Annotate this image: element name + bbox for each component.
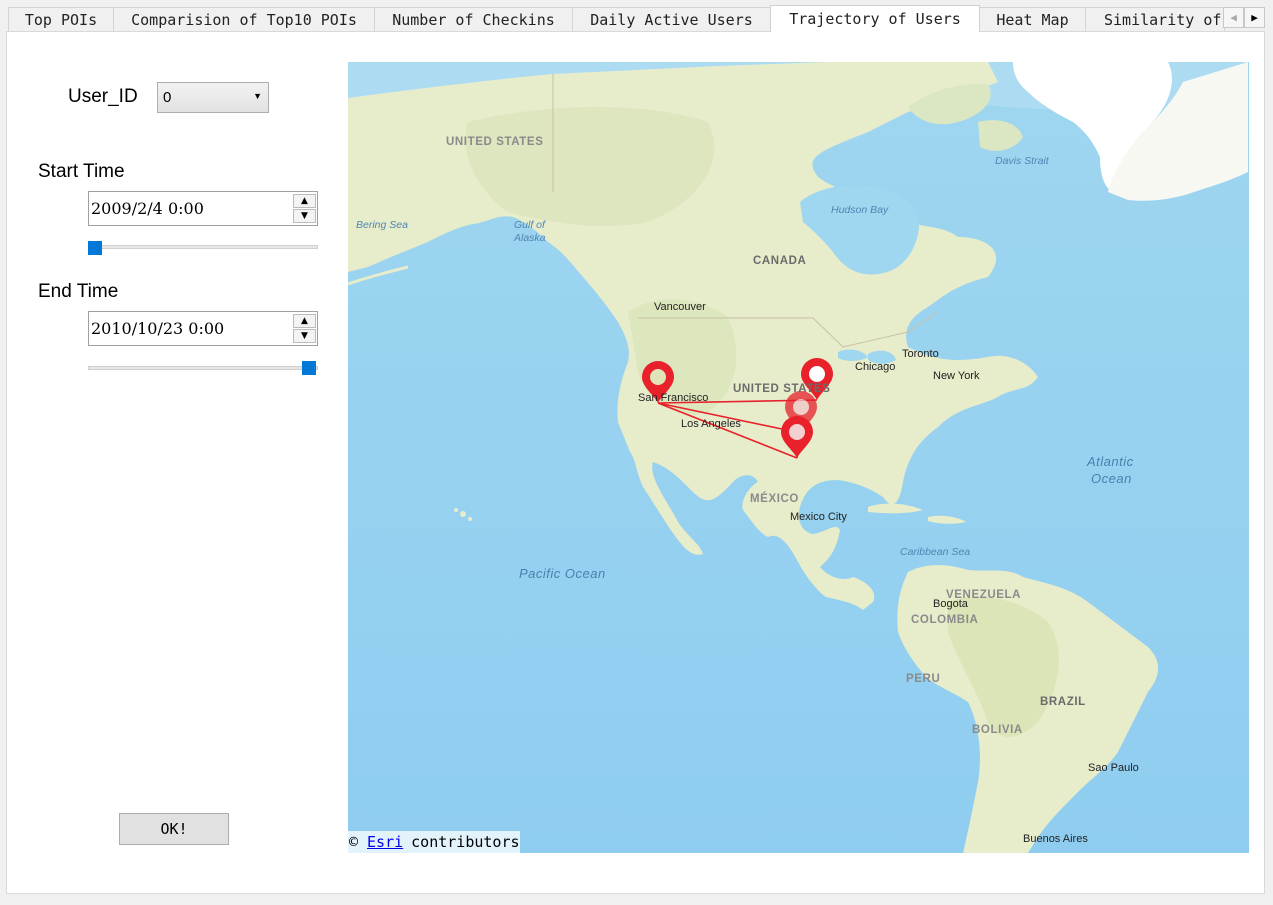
label-pacific-ocean: Pacific Ocean	[519, 566, 606, 581]
user-id-value: 0	[163, 89, 172, 106]
map-attribution: © Esri contributors	[348, 831, 520, 853]
start-time-field[interactable]: 2009/2/4 0:00 ▲ ▼	[88, 191, 318, 226]
label-san-francisco: San Francisco	[638, 392, 709, 404]
ok-button[interactable]: OK!	[119, 813, 229, 845]
triangle-right-icon: ▶	[1251, 11, 1258, 24]
label-caribbean-sea: Caribbean Sea	[900, 546, 971, 558]
label-vancouver: Vancouver	[654, 301, 706, 313]
triangle-down-icon: ▼	[301, 331, 308, 341]
tab-daily-active-users[interactable]: Daily Active Users	[572, 7, 771, 31]
label-chicago: Chicago	[855, 361, 896, 373]
tab-bar: Top POIs Comparision of Top10 POIs Numbe…	[0, 0, 1273, 32]
label-davis-strait: Davis Strait	[995, 155, 1049, 167]
label-bolivia: BOLIVIA	[972, 724, 1023, 736]
tab-comparison-top10[interactable]: Comparision of Top10 POIs	[113, 7, 375, 31]
copyright-symbol: ©	[349, 833, 359, 851]
triangle-up-icon: ▲	[301, 196, 308, 206]
label-bogota: Bogota	[933, 598, 968, 610]
label-toronto: Toronto	[902, 348, 939, 360]
end-time-spinner: ▲ ▼	[293, 313, 316, 344]
label-united-states-alaska: UNITED STATES	[446, 136, 544, 148]
label-hudson-bay: Hudson Bay	[831, 204, 889, 216]
label-brazil: BRAZIL	[1040, 696, 1086, 708]
label-gulf-of: Gulf of	[514, 219, 545, 231]
user-id-label: User_ID	[68, 86, 138, 107]
label-new-york: New York	[933, 370, 980, 382]
triangle-down-icon: ▼	[301, 211, 308, 221]
start-time-spinner: ▲ ▼	[293, 193, 316, 224]
label-mexico-city: Mexico City	[790, 511, 847, 523]
start-time-slider[interactable]	[88, 245, 318, 249]
label-los-angeles: Los Angeles	[681, 418, 741, 430]
label-buenos-aires: Buenos Aires	[1023, 833, 1088, 845]
start-time-value: 2009/2/4 0:00	[91, 199, 204, 218]
tab-trajectory-of-users[interactable]: Trajectory of Users	[770, 5, 980, 32]
chevron-down-icon: ▼	[253, 91, 262, 101]
end-time-label: End Time	[38, 281, 119, 302]
label-atlantic: Atlantic	[1087, 454, 1134, 469]
attribution-text: contributors	[411, 833, 520, 851]
spin-down-button[interactable]: ▼	[293, 209, 316, 223]
tab-similarity[interactable]: Similarity of	[1085, 7, 1225, 31]
map-view[interactable]: UNITED STATES CANADA UNITED STATES MÉXIC…	[348, 62, 1249, 853]
spin-up-button[interactable]: ▲	[293, 314, 316, 328]
label-canada: CANADA	[753, 255, 807, 267]
tab-top-pois[interactable]: Top POIs	[8, 7, 114, 31]
label-united-states: UNITED STATES	[733, 383, 831, 395]
end-time-slider[interactable]	[88, 366, 318, 370]
end-time-slider-handle[interactable]	[302, 361, 316, 375]
tab-scroll-right-button[interactable]: ▶	[1244, 7, 1265, 28]
tab-scroll-left-button[interactable]: ◀	[1223, 7, 1244, 28]
spin-up-button[interactable]: ▲	[293, 194, 316, 208]
label-sao-paulo: Sao Paulo	[1088, 762, 1139, 774]
label-alaska-water: Alaska	[514, 232, 546, 244]
label-peru: PERU	[906, 673, 941, 685]
triangle-left-icon: ◀	[1230, 11, 1237, 24]
user-id-combobox[interactable]: 0 ▼	[157, 82, 269, 113]
label-mexico: MÉXICO	[750, 493, 799, 505]
label-bering-sea: Bering Sea	[356, 219, 408, 231]
tab-heat-map[interactable]: Heat Map	[979, 7, 1086, 31]
label-colombia: COLOMBIA	[911, 614, 979, 626]
end-time-value: 2010/10/23 0:00	[91, 319, 225, 338]
start-time-label: Start Time	[38, 161, 125, 182]
tab-number-of-checkins[interactable]: Number of Checkins	[374, 7, 573, 31]
triangle-up-icon: ▲	[301, 316, 308, 326]
end-time-field[interactable]: 2010/10/23 0:00 ▲ ▼	[88, 311, 318, 346]
esri-link[interactable]: Esri	[367, 833, 403, 851]
label-atlantic-ocean: Ocean	[1091, 471, 1132, 486]
spin-down-button[interactable]: ▼	[293, 329, 316, 343]
start-time-slider-handle[interactable]	[88, 241, 102, 255]
